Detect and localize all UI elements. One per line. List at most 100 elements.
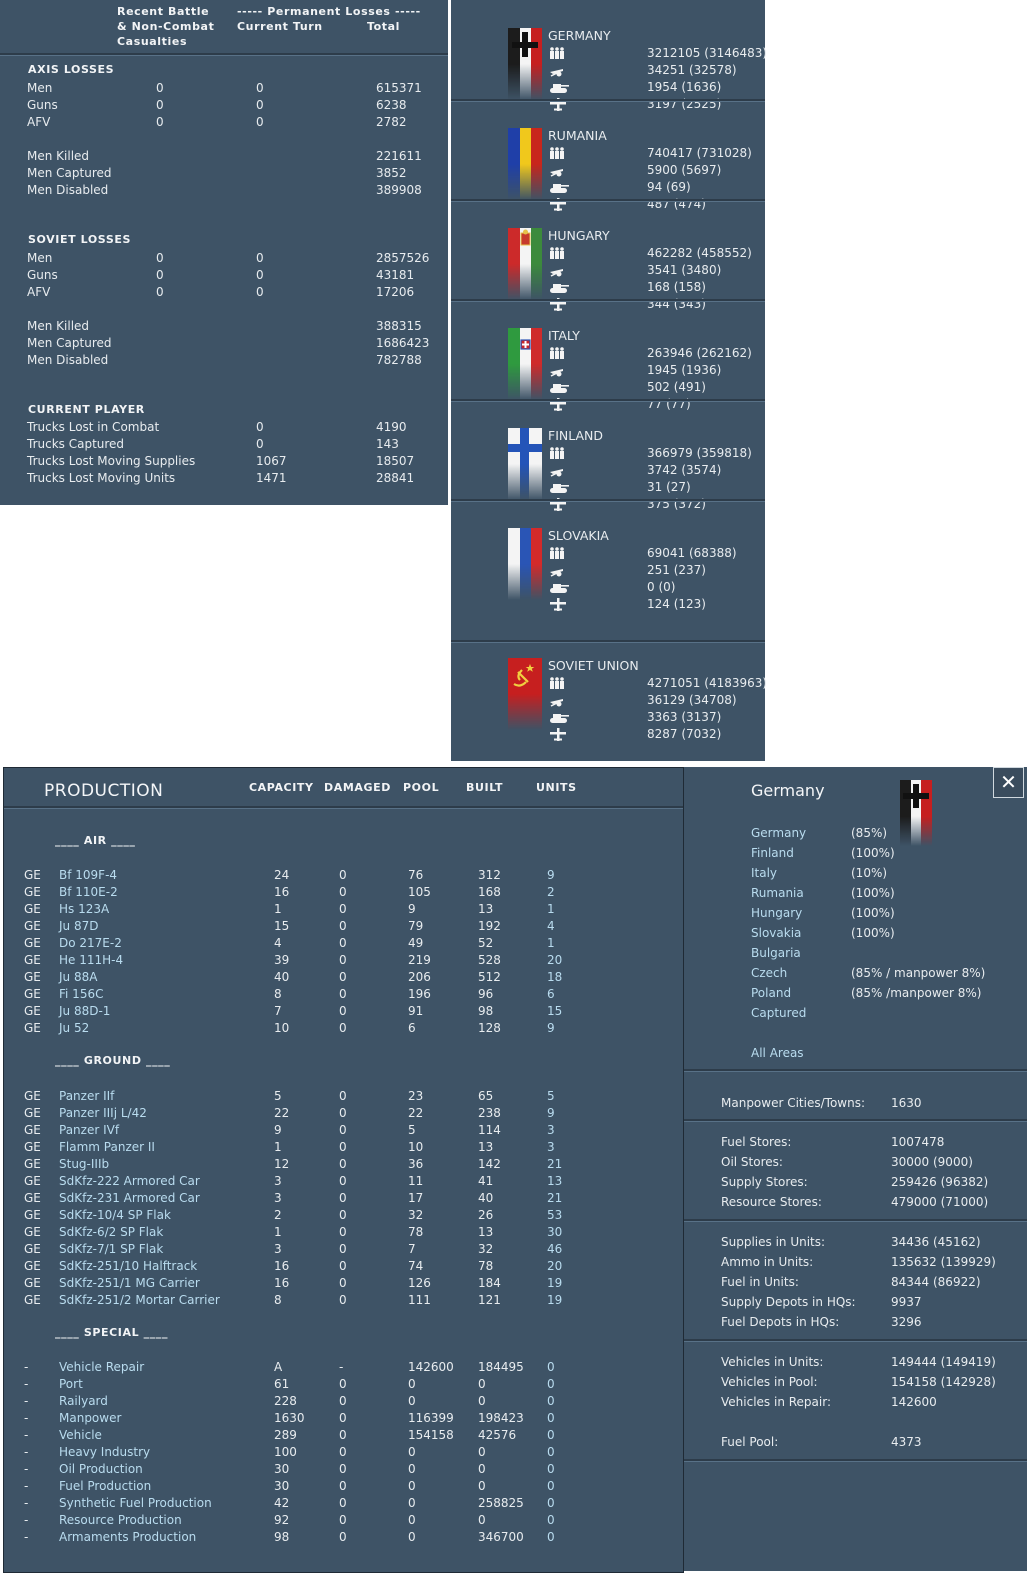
ground-production-row[interactable]: GE Panzer IIIj L/42 22 0 22 238 9 — [4, 1106, 644, 1122]
ground-production-row[interactable]: GE Flamm Panzer II 1 0 10 13 3 — [4, 1140, 644, 1156]
special-production-row[interactable]: - Armaments Production 98 0 0 346700 0 — [4, 1530, 644, 1546]
air-production-row[interactable]: GE Hs 123A 1 0 9 13 1 — [4, 902, 644, 918]
area-link[interactable]: Italy — [751, 866, 777, 880]
air-production-row[interactable]: GE Fi 156C 8 0 196 96 6 — [4, 987, 644, 1003]
air-production-row[interactable]: GE Do 217E-2 4 0 49 52 1 — [4, 936, 644, 952]
cell-item-name[interactable]: Vehicle — [59, 1428, 102, 1442]
ground-production-row[interactable]: GE SdKfz-6/2 SP Flak 1 0 78 13 30 — [4, 1225, 644, 1241]
cell-item-name[interactable]: SdKfz-222 Armored Car — [59, 1174, 200, 1188]
cell-item-name[interactable]: SdKfz-10/4 SP Flak — [59, 1208, 171, 1222]
nation-afv-icon-wrap — [549, 381, 569, 397]
special-production-row[interactable]: - Port 61 0 0 0 0 — [4, 1377, 644, 1393]
special-production-row[interactable]: - Manpower 1630 0 116399 198423 0 — [4, 1411, 644, 1427]
cell-item-name[interactable]: Hs 123A — [59, 902, 109, 916]
cell-item-name[interactable]: Fuel Production — [59, 1479, 151, 1493]
cell-units: 3 — [547, 1123, 555, 1137]
cell-item-name[interactable]: Panzer IVf — [59, 1123, 119, 1137]
special-production-row[interactable]: - Synthetic Fuel Production 42 0 0 258825 0 — [4, 1496, 644, 1512]
cell-item-name[interactable]: Heavy Industry — [59, 1445, 150, 1459]
area-link[interactable]: Poland — [751, 986, 791, 1000]
cell-item-name[interactable]: SdKfz-7/1 SP Flak — [59, 1242, 163, 1256]
cell-damaged: 0 — [339, 1191, 347, 1205]
cell-item-name[interactable]: SdKfz-6/2 SP Flak — [59, 1225, 163, 1239]
cell-pool: 79 — [408, 919, 424, 933]
cell-item-name[interactable]: Stug-IIIb — [59, 1157, 109, 1171]
cell-item-name[interactable]: Synthetic Fuel Production — [59, 1496, 212, 1510]
cell-item-name[interactable]: Panzer IIf — [59, 1089, 114, 1103]
cell-item-name[interactable]: Vehicle Repair — [59, 1360, 144, 1374]
ground-production-row[interactable]: GE SdKfz-222 Armored Car 3 0 11 41 13 — [4, 1174, 644, 1190]
stores-label: Oil Stores: — [721, 1155, 783, 1169]
area-link[interactable]: Czech — [751, 966, 787, 980]
air-production-row[interactable]: GE Ju 88D-1 7 0 91 98 15 — [4, 1004, 644, 1020]
area-link[interactable]: Captured — [751, 1006, 806, 1020]
close-button[interactable]: ✕ — [993, 767, 1024, 798]
cell-item-name[interactable]: Do 217E-2 — [59, 936, 122, 950]
area-link[interactable]: Rumania — [751, 886, 804, 900]
cell-units: 0 — [547, 1530, 555, 1544]
cell-item-name[interactable]: Railyard — [59, 1394, 108, 1408]
area-link[interactable]: Slovakia — [751, 926, 801, 940]
cell-item-name[interactable]: Oil Production — [59, 1462, 143, 1476]
cell-item-name[interactable]: Resource Production — [59, 1513, 182, 1527]
ground-production-row[interactable]: GE SdKfz-7/1 SP Flak 3 0 7 32 46 — [4, 1242, 644, 1258]
area-link[interactable]: Finland — [751, 846, 794, 860]
special-production-row[interactable]: - Resource Production 92 0 0 0 0 — [4, 1513, 644, 1529]
special-production-row[interactable]: - Oil Production 30 0 0 0 0 — [4, 1462, 644, 1478]
cell-item-name[interactable]: Port — [59, 1377, 83, 1391]
cell-item-name[interactable]: Ju 52 — [59, 1021, 89, 1035]
soviet-row-label: Men — [27, 251, 53, 265]
cell-item-name[interactable]: Ju 87D — [59, 919, 98, 933]
vehicles-value: 142600 — [891, 1395, 937, 1409]
air-production-row[interactable]: GE Ju 88A 40 0 206 512 18 — [4, 970, 644, 986]
ground-production-row[interactable]: GE SdKfz-251/1 MG Carrier 16 0 126 184 19 — [4, 1276, 644, 1292]
cell-item-name[interactable]: Flamm Panzer II — [59, 1140, 155, 1154]
cell-item-name[interactable]: SdKfz-231 Armored Car — [59, 1191, 200, 1205]
special-production-row[interactable]: - Heavy Industry 100 0 0 0 0 — [4, 1445, 644, 1461]
soviet-row-recent: 0 — [156, 251, 164, 265]
cell-item-name[interactable]: He 111H-4 — [59, 953, 123, 967]
cell-item-name[interactable]: Fi 156C — [59, 987, 103, 1001]
cell-item-name[interactable]: Armaments Production — [59, 1530, 196, 1544]
special-production-row[interactable]: - Vehicle Repair A - 142600 184495 0 — [4, 1360, 644, 1376]
cell-capacity: 39 — [274, 953, 290, 967]
cell-units: 1 — [547, 936, 555, 950]
air-production-row[interactable]: GE Bf 109F-4 24 0 76 312 9 — [4, 868, 644, 884]
nation-afv-icon-wrap — [549, 581, 569, 597]
ground-production-row[interactable]: GE Panzer IVf 9 0 5 114 3 — [4, 1123, 644, 1139]
air-production-row[interactable]: GE He 111H-4 39 0 219 528 20 — [4, 953, 644, 969]
area-link[interactable]: Hungary — [751, 906, 802, 920]
summary-flag — [900, 780, 932, 846]
cell-item-name[interactable]: Bf 109F-4 — [59, 868, 117, 882]
gun-icon — [550, 699, 563, 707]
ground-production-row[interactable]: GE SdKfz-231 Armored Car 3 0 17 40 21 — [4, 1191, 644, 1207]
cell-item-name[interactable]: Bf 110E-2 — [59, 885, 118, 899]
special-production-row[interactable]: - Fuel Production 30 0 0 0 0 — [4, 1479, 644, 1495]
cell-item-name[interactable]: SdKfz-251/2 Mortar Carrier — [59, 1293, 220, 1307]
cell-capacity: 22 — [274, 1106, 290, 1120]
area-link[interactable]: Bulgaria — [751, 946, 801, 960]
ground-production-row[interactable]: GE SdKfz-251/2 Mortar Carrier 8 0 111 121 19 — [4, 1293, 644, 1309]
cell-nation: GE — [24, 1174, 41, 1188]
cell-capacity: 24 — [274, 868, 290, 882]
special-production-row[interactable]: - Railyard 228 0 0 0 0 — [4, 1394, 644, 1410]
ground-production-row[interactable]: GE SdKfz-10/4 SP Flak 2 0 32 26 53 — [4, 1208, 644, 1224]
air-production-row[interactable]: GE Ju 52 10 0 6 128 9 — [4, 1021, 644, 1037]
cell-pool: 74 — [408, 1259, 424, 1273]
ground-production-row[interactable]: GE Stug-IIIb 12 0 36 142 21 — [4, 1157, 644, 1173]
all-areas-link[interactable]: All Areas — [751, 1046, 804, 1060]
cell-item-name[interactable]: SdKfz-251/10 Halftrack — [59, 1259, 197, 1273]
cell-item-name[interactable]: Ju 88A — [59, 970, 97, 984]
ground-production-row[interactable]: GE SdKfz-251/10 Halftrack 16 0 74 78 20 — [4, 1259, 644, 1275]
soviet-row-recent: 0 — [156, 268, 164, 282]
cell-item-name[interactable]: Ju 88D-1 — [59, 1004, 110, 1018]
air-production-row[interactable]: GE Bf 110E-2 16 0 105 168 2 — [4, 885, 644, 901]
cell-item-name[interactable]: Manpower — [59, 1411, 121, 1425]
ground-production-row[interactable]: GE Panzer IIf 5 0 23 65 5 — [4, 1089, 644, 1105]
air-production-row[interactable]: GE Ju 87D 15 0 79 192 4 — [4, 919, 644, 935]
cell-item-name[interactable]: Panzer IIIj L/42 — [59, 1106, 147, 1120]
area-link[interactable]: Germany — [751, 826, 806, 840]
nation-guns-icon-wrap — [549, 64, 567, 80]
special-production-row[interactable]: - Vehicle 289 0 154158 42576 0 — [4, 1428, 644, 1444]
cell-item-name[interactable]: SdKfz-251/1 MG Carrier — [59, 1276, 200, 1290]
